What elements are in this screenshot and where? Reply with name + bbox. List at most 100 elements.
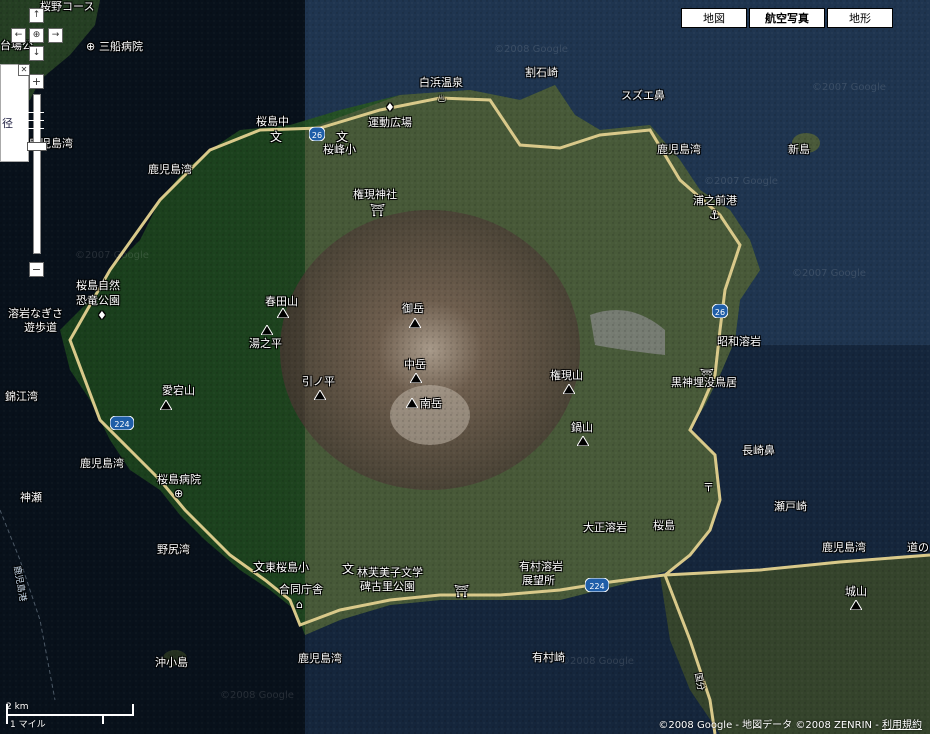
map-label: 鹿児島湾 — [657, 143, 701, 156]
scale-line — [6, 704, 8, 724]
map-label: 林芙美子文学 — [357, 566, 423, 579]
map-label: 桜島自然 — [76, 279, 120, 292]
zoom-slider-handle[interactable] — [27, 142, 47, 151]
map-canvas[interactable]: ©2008 Google ©2007 Google ©2007 Google ©… — [0, 0, 930, 734]
scale-line — [6, 714, 134, 716]
hospital-icon: ⊕ — [174, 487, 184, 500]
pan-up-button[interactable]: ↑ — [29, 8, 44, 23]
scale-bar: 2 km 1 マイル — [6, 702, 136, 730]
shrine-icon: ⛩ — [454, 584, 470, 598]
scale-line — [102, 714, 104, 724]
map-label: 御岳 — [402, 302, 424, 315]
map-label: 桜峰小 — [323, 143, 356, 156]
map-label: 鹿児島湾 — [80, 457, 124, 470]
map-label: 愛宕山 — [162, 384, 195, 397]
map-label: 運動広場 — [368, 116, 412, 129]
scale-metric-label: 2 km — [6, 702, 29, 712]
terms-link[interactable]: 利用規約 — [882, 720, 922, 731]
map-label: 春田山 — [265, 295, 298, 308]
map-label: 瀬戸崎 — [774, 500, 807, 513]
scale-imperial-label: 1 マイル — [10, 720, 46, 730]
map-label: 南岳 — [420, 397, 442, 410]
peak-icon — [277, 308, 289, 318]
map-label: 割石崎 — [525, 66, 558, 79]
pan-right-button[interactable]: → — [48, 28, 63, 43]
map-label: 中岳 — [404, 358, 426, 371]
map-label: 権現山 — [550, 369, 583, 382]
map-label: 錦江湾 — [5, 390, 38, 403]
zoom-out-button[interactable]: − — [29, 262, 44, 277]
route-number: 224 — [114, 420, 129, 429]
peak-icon — [850, 600, 862, 610]
route-224-shield: 224 — [110, 416, 134, 430]
map-label: 新島 — [788, 143, 810, 156]
map-label: 神瀬 — [20, 491, 42, 504]
route-number: 26 — [715, 308, 725, 317]
scale-line — [132, 704, 134, 715]
map-label: 白浜温泉 — [419, 76, 463, 89]
map-label: 三船病院 — [99, 40, 143, 53]
map-label: 鹿児島湾 — [298, 652, 342, 665]
map-type-map-button[interactable]: 地図 — [681, 8, 747, 28]
landmark-icon: ♦ — [385, 101, 395, 114]
map-label: 鍋山 — [571, 421, 593, 434]
peak-icon — [410, 373, 422, 383]
map-label: 引ノ平 — [302, 375, 335, 388]
route-26-shield: 26 — [712, 304, 728, 318]
map-type-terrain-button[interactable]: 地形 — [827, 8, 893, 28]
onsen-icon: ♨ — [437, 92, 447, 105]
port-icon: ⚓ — [709, 208, 720, 222]
map-label: 展望所 — [522, 574, 555, 587]
map-label: 昭和溶岩 — [717, 335, 761, 348]
map-label: 大正溶岩 — [583, 521, 627, 534]
map-label: 城山 — [845, 585, 867, 598]
hospital-icon: ⊕ — [86, 40, 96, 53]
post-office-icon: 〒 — [703, 481, 714, 494]
map-label: 東桜島小 — [265, 561, 309, 574]
map-label: 桜島中 — [256, 115, 289, 128]
map-label: 黒神埋没鳥居 — [671, 376, 737, 389]
map-label: 有村崎 — [532, 651, 565, 664]
watermark: ©2007 Google — [792, 268, 866, 279]
zoom-tick — [28, 128, 44, 129]
map-label: スズエ鼻 — [621, 89, 665, 102]
map-label: 合同庁舎 — [279, 583, 323, 596]
pan-down-button[interactable]: ↓ — [29, 46, 44, 61]
map-label: 溶岩なぎさ — [8, 307, 63, 320]
map-label: 道の — [907, 541, 929, 554]
peak-icon — [314, 390, 326, 400]
watermark: ©2007 Google — [75, 250, 149, 261]
zoom-in-button[interactable]: + — [29, 74, 44, 89]
pan-center-button[interactable]: ⊕ — [29, 28, 44, 43]
map-label: 鹿児島湾 — [822, 541, 866, 554]
map-label: 桜島 — [653, 519, 675, 532]
map-label: 鹿児島湾 — [148, 163, 192, 176]
route-number: 26 — [312, 131, 322, 140]
map-label: 長崎鼻 — [742, 444, 775, 457]
zoom-tick — [28, 120, 44, 121]
map-label: 権現神社 — [353, 188, 397, 201]
map-label: 恐竜公園 — [76, 294, 120, 307]
zoom-slider-track[interactable] — [33, 94, 41, 254]
peak-icon — [406, 398, 418, 408]
map-type-satellite-button[interactable]: 航空写真 — [749, 8, 825, 28]
info-panel-text: 径 — [2, 117, 13, 130]
watermark: ©2008 Google — [220, 690, 294, 701]
pan-left-button[interactable]: ← — [11, 28, 26, 43]
map-type-selector: 地図 航空写真 地形 — [681, 8, 893, 28]
peak-icon — [577, 436, 589, 446]
peak-icon — [563, 384, 575, 394]
map-attribution: ©2008 Google - 地図データ ©2008 ZENRIN - 利用規約 — [658, 716, 922, 731]
info-panel: 径 — [0, 64, 29, 162]
map-label: 桜野コース — [40, 0, 95, 13]
peak-icon — [261, 325, 273, 335]
route-26-shield: 26 — [309, 127, 325, 141]
satellite-imagery — [0, 0, 930, 734]
zoom-tick — [28, 112, 44, 113]
watermark: ©2007 Google — [812, 82, 886, 93]
watermark: ©2008 Google — [560, 656, 634, 667]
peak-icon — [160, 400, 172, 410]
school-icon: 文 — [270, 130, 283, 144]
map-label: 浦之前港 — [693, 194, 737, 207]
map-label: 桜島病院 — [157, 473, 201, 486]
